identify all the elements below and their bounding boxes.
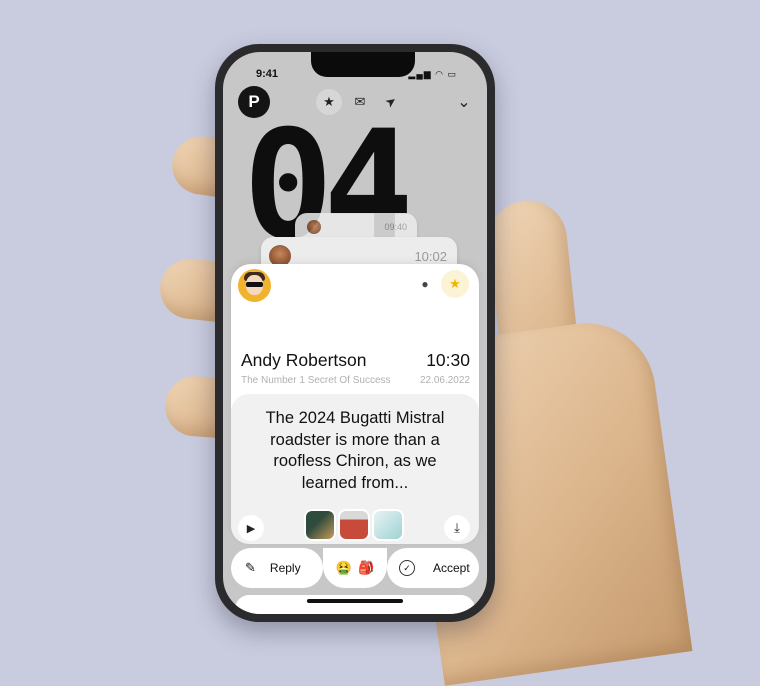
reply-button[interactable]: ✎ Reply — [231, 548, 323, 588]
phone-screen: 9:41 ▂▄▆ ◠ ▭ P ★ ✉ ➤ ⌄ 04 09:40 10:02 ● … — [223, 52, 487, 614]
message-time: 10:30 — [426, 350, 470, 370]
mini-avatar — [307, 220, 321, 234]
comment-icon[interactable]: ● — [411, 270, 439, 298]
attachment-thumbnail[interactable] — [304, 509, 336, 541]
reaction-emoji[interactable]: 🤮 — [336, 560, 352, 576]
reactions-group[interactable]: 🤮 🎒 — [323, 548, 387, 588]
accept-button[interactable]: ✓ Accept — [387, 548, 479, 588]
next-message-card[interactable] — [235, 595, 475, 614]
message-subject: The Number 1 Secret Of Success — [241, 375, 391, 386]
message-card[interactable]: ● ★ Andy Robertson The Number 1 Secret O… — [231, 264, 479, 544]
reaction-emoji[interactable]: 🎒 — [358, 560, 374, 576]
message-preview: The 2024 Bugatti Mistral roadster is mor… — [265, 409, 445, 492]
status-time: 9:41 — [256, 68, 279, 80]
message-preview-box[interactable]: The 2024 Bugatti Mistral roadster is mor… — [231, 394, 479, 544]
phone-frame: 9:41 ▂▄▆ ◠ ▭ P ★ ✉ ➤ ⌄ 04 09:40 10:02 ● … — [215, 44, 495, 622]
reply-label: Reply — [269, 561, 301, 575]
notch — [311, 52, 415, 77]
star-icon[interactable]: ★ — [441, 270, 469, 298]
check-circle-icon: ✓ — [399, 560, 415, 576]
message-date: 22.06.2022 — [419, 375, 470, 386]
attachment-thumbnail[interactable] — [372, 509, 404, 541]
download-icon[interactable]: ⤓ — [444, 515, 470, 541]
action-bar: ✎ Reply 🤮 🎒 ✓ Accept — [231, 548, 479, 588]
stacked-message-time: 09:40 — [384, 222, 407, 232]
signal-wifi-battery-icon: ▂▄▆ ◠ ▭ — [408, 69, 457, 79]
sender-name: Andy Robertson — [241, 350, 367, 370]
play-icon[interactable]: ▶ — [238, 515, 264, 541]
sender-avatar — [238, 269, 271, 302]
home-indicator[interactable] — [307, 599, 403, 603]
stacked-message-time: 10:02 — [414, 249, 447, 264]
chevron-down-icon[interactable]: ⌄ — [451, 89, 477, 115]
accept-label: Accept — [433, 561, 470, 575]
attachment-thumbnail[interactable] — [338, 509, 370, 541]
pencil-icon: ✎ — [245, 560, 256, 575]
